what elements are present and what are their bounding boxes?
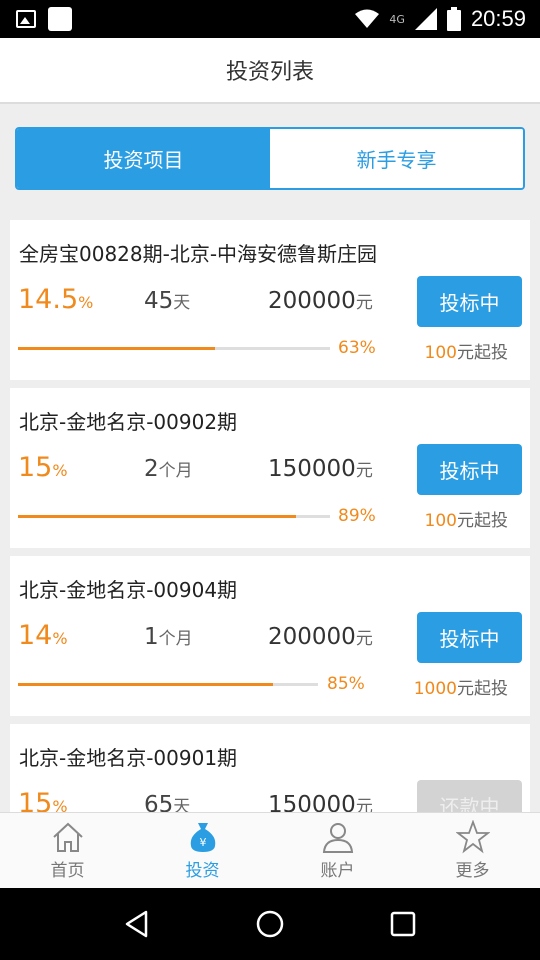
tab-newbie-exclusive[interactable]: 新手专享: [270, 129, 523, 188]
investment-item[interactable]: 全房宝00828期-北京-中海安德鲁斯庄园 14.5% 45天 200000元 …: [10, 220, 530, 380]
investment-item[interactable]: 北京-金地名京-00902期 15% 2个月 150000元 投标中 89% 1…: [10, 388, 530, 548]
signal-icon: [414, 8, 437, 30]
total-amount: 150000元: [268, 792, 373, 812]
nav-account[interactable]: 账户: [270, 813, 405, 888]
term: 1个月: [144, 624, 193, 650]
progress-bar: [18, 515, 330, 518]
invest-button[interactable]: 投标中: [417, 444, 522, 495]
wifi-icon: [355, 9, 380, 28]
interest-rate: 15%: [18, 452, 68, 483]
term: 2个月: [144, 456, 193, 482]
nav-home[interactable]: 首页: [0, 813, 135, 888]
invest-button[interactable]: 投标中: [417, 612, 522, 663]
investment-item[interactable]: 北京-金地名京-00901期 15% 65天 150000元 还款中: [10, 724, 530, 812]
nav-more-label: 更多: [455, 861, 490, 881]
invest-button[interactable]: 投标中: [417, 276, 522, 327]
home-icon: [52, 822, 83, 852]
progress-percent: 85%: [327, 674, 365, 694]
term: 65天: [144, 792, 191, 812]
network-type: 4G: [389, 12, 405, 26]
page-title: 投资列表: [225, 60, 314, 85]
progress-percent: 63%: [338, 338, 376, 358]
investment-list[interactable]: 全房宝00828期-北京-中海安德鲁斯庄园 14.5% 45天 200000元 …: [10, 220, 530, 812]
item-title: 北京-金地名京-00902期: [19, 410, 238, 434]
item-title: 北京-金地名京-00901期: [19, 746, 238, 770]
interest-rate: 15%: [18, 788, 68, 812]
minimum-investment: 1000元起投: [413, 679, 508, 699]
total-amount: 200000元: [268, 288, 373, 314]
star-icon: [455, 820, 490, 854]
recents-icon[interactable]: [388, 909, 418, 939]
user-icon: [322, 823, 353, 853]
progress-fill: [18, 515, 296, 518]
progress-percent: 89%: [338, 506, 376, 526]
status-bar: 4G 20:59: [0, 0, 540, 38]
total-amount: 200000元: [268, 624, 373, 650]
interest-rate: 14.5%: [18, 284, 94, 315]
item-title: 北京-金地名京-00904期: [19, 578, 238, 602]
item-title: 全房宝00828期-北京-中海安德鲁斯庄园: [19, 242, 378, 266]
interest-rate: 14%: [18, 620, 68, 651]
nav-invest[interactable]: ¥ 投资: [135, 813, 270, 888]
battery-icon: [446, 7, 461, 31]
money-bag-icon: ¥: [190, 823, 215, 852]
image-notification-icon: [16, 10, 36, 28]
total-amount: 150000元: [268, 456, 373, 482]
system-nav-bar: [0, 888, 540, 960]
tab-investment-projects[interactable]: 投资项目: [17, 129, 270, 188]
tab-bar: 投资项目 新手专享: [15, 127, 525, 190]
repaying-button[interactable]: 还款中: [417, 780, 522, 812]
home-circle-icon[interactable]: [255, 909, 285, 939]
page-header: 投资列表: [0, 38, 540, 104]
nav-home-label: 首页: [50, 861, 85, 881]
investment-item[interactable]: 北京-金地名京-00904期 14% 1个月 200000元 投标中 85% 1…: [10, 556, 530, 716]
progress-fill: [18, 683, 273, 686]
progress-bar: [18, 683, 318, 686]
app-notification-icon: [48, 7, 72, 31]
progress-fill: [18, 347, 215, 350]
clock: 20:59: [470, 6, 526, 31]
minimum-investment: 100元起投: [424, 511, 508, 531]
nav-more[interactable]: 更多: [405, 813, 540, 888]
nav-account-label: 账户: [320, 861, 355, 881]
progress-bar: [18, 347, 330, 350]
svg-text:¥: ¥: [199, 836, 206, 849]
minimum-investment: 100元起投: [424, 343, 508, 363]
back-icon[interactable]: [122, 909, 152, 939]
nav-invest-label: 投资: [185, 861, 220, 881]
bottom-nav: 首页 ¥ 投资 账户 更多: [0, 812, 540, 888]
term: 45天: [144, 288, 191, 314]
